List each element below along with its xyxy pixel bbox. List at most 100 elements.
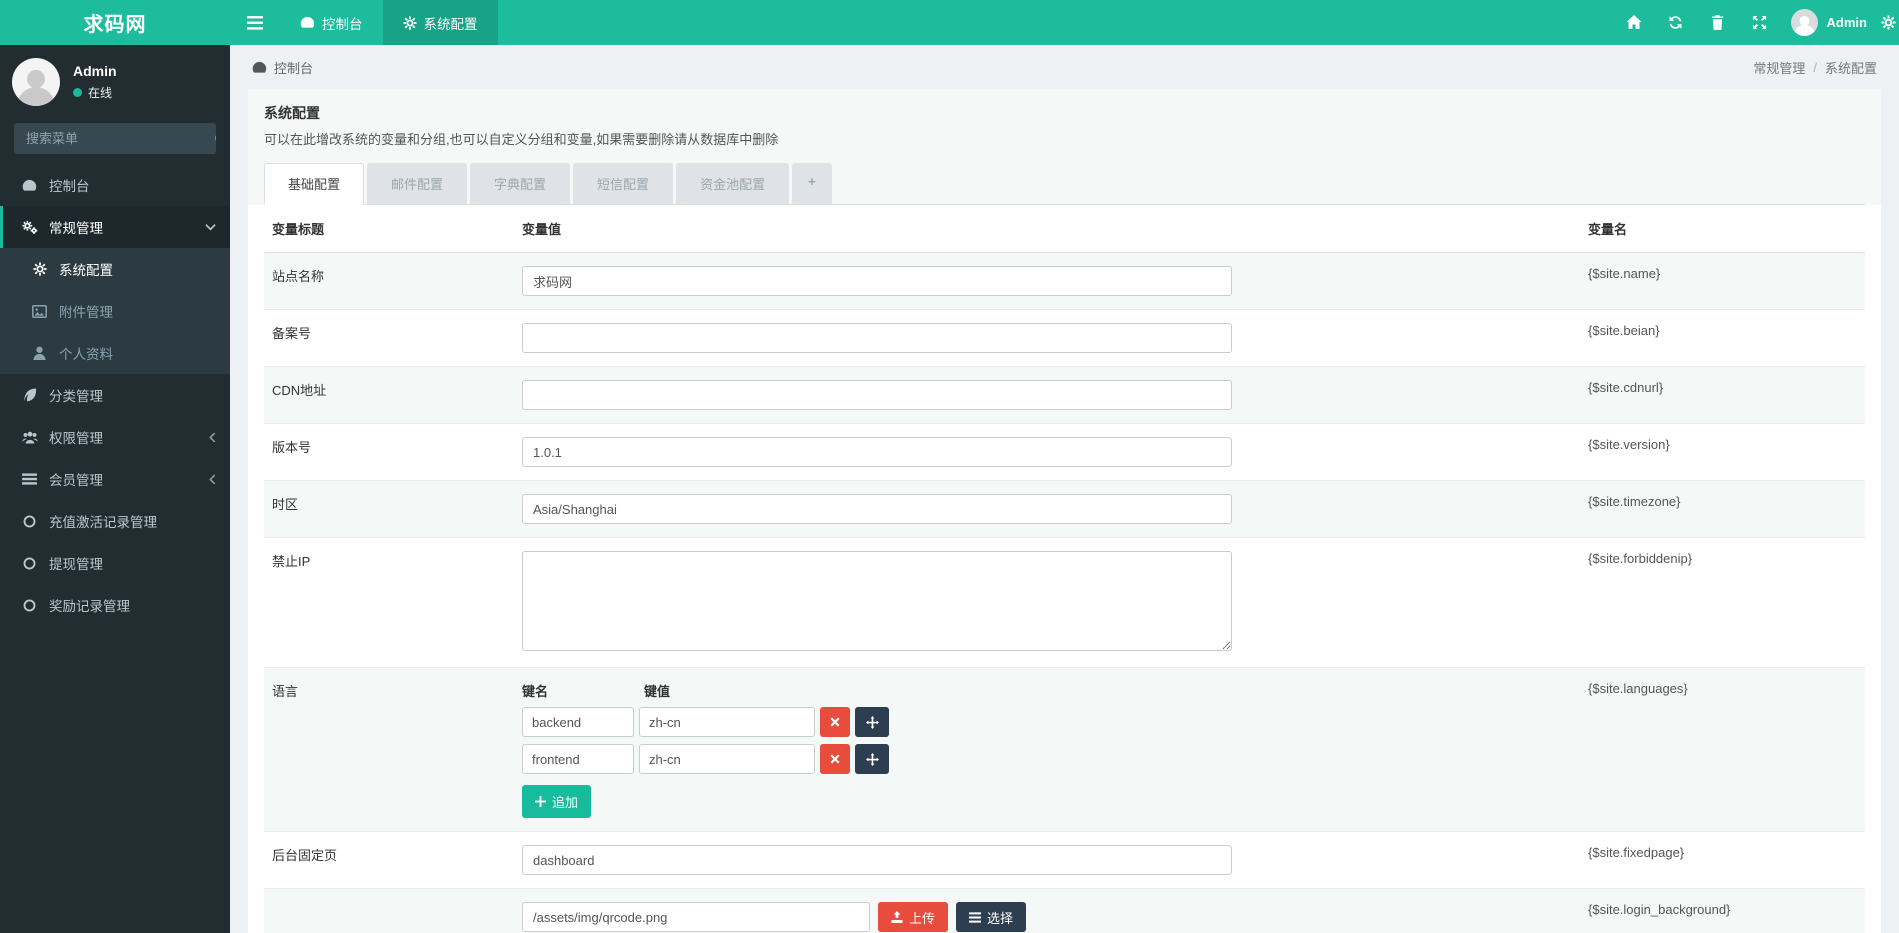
lang-value-input[interactable] [639,744,815,774]
row-label: 后台固定页 [272,848,338,863]
circle-icon [21,557,38,570]
topbar: 求码网 控制台 系统配置 Admin [0,0,1899,45]
sidebar-item-permission-management[interactable]: 权限管理 [0,416,230,458]
lang-value-input[interactable] [639,707,815,737]
sidebar: Admin 在线 控制台 常规管理 [0,45,230,933]
page-description: 可以在此增改系统的变量和分组,也可以自定义分组和变量,如果需要删除请从数据库中删… [264,132,779,147]
breadcrumb-left[interactable]: 控制台 [252,58,313,77]
append-button[interactable]: 追加 [522,785,592,818]
gear-icon [31,262,48,276]
users-icon [21,431,38,444]
tab-sms-config[interactable]: 短信配置 [573,163,674,204]
refresh-button[interactable] [1655,0,1697,45]
list-icon [969,911,982,923]
gear-icon [402,15,417,30]
chevron-down-icon [205,223,216,231]
upload-icon [891,911,903,923]
variable-name: {$site.version} [1588,437,1670,452]
settings-button[interactable] [1881,0,1899,45]
dashboard-icon [300,16,315,29]
choose-button[interactable]: 选择 [956,902,1027,932]
topbar-tab-dashboard[interactable]: 控制台 [280,0,383,45]
row-label: 语言 [272,684,299,699]
search-button[interactable] [214,123,216,154]
sidebar-item-profile[interactable]: 个人资料 [0,332,230,374]
home-button[interactable] [1613,0,1655,45]
home-icon [1626,15,1642,30]
tab-dictionary-config[interactable]: 字典配置 [470,163,571,204]
login-background-input[interactable] [522,902,870,932]
sidebar-item-recharge-records[interactable]: 充值激活记录管理 [0,500,230,542]
fixed-page-input[interactable] [522,845,1232,875]
app-logo: 求码网 [83,14,147,36]
online-dot-icon [73,88,82,97]
sidebar-item-reward-records[interactable]: 奖励记录管理 [0,584,230,626]
leaf-icon [21,388,38,402]
forbidden-ip-textarea[interactable] [522,551,1232,651]
tab-basic-config[interactable]: 基础配置 [264,163,365,205]
chevron-left-icon [209,474,216,485]
table-row: CDN地址 {$site.cdnurl} [264,367,1865,424]
kv-headers: 键名 键值 [522,681,1572,700]
topbar-actions: Admin [1613,0,1899,45]
move-arrows-icon [865,715,879,729]
variable-name: {$site.fixedpage} [1588,845,1685,860]
sidebar-item-dashboard[interactable]: 控制台 [0,164,230,206]
variable-name: {$site.login_background} [1588,902,1731,917]
sidebar-item-category-management[interactable]: 分类管理 [0,374,230,416]
button-label: 上传 [909,910,936,926]
delete-row-button[interactable] [820,744,850,774]
search-icon [214,132,216,146]
kv-value-header: 键值 [644,684,671,699]
add-tab-button[interactable]: + [792,163,832,204]
topbar-tab-system-config[interactable]: 系统配置 [382,0,498,45]
lang-key-input[interactable] [522,744,634,774]
delete-row-button[interactable] [820,707,850,737]
button-label: 追加 [552,795,579,810]
sidebar-toggle-button[interactable] [230,0,280,45]
dashboard-icon [252,61,267,74]
site-name-input[interactable] [522,266,1232,296]
move-row-button[interactable] [855,707,889,737]
sidebar-item-label: 权限管理 [49,431,103,446]
tab-fundpool-config[interactable]: 资金池配置 [676,163,790,204]
table-row: 站点名称 {$site.name} [264,253,1865,310]
kv-key-header: 键名 [522,684,549,699]
table-row-languages: 语言 键名 键值 backend zh-cn frontend zh-cn 追加… [264,668,1865,832]
timezone-input[interactable] [522,494,1232,524]
sidebar-user-panel: Admin 在线 [0,45,230,120]
cdn-url-input[interactable] [522,380,1232,410]
sidebar-item-attachment-management[interactable]: 附件管理 [0,290,230,332]
sidebar-submenu-general: 系统配置 附件管理 个人资料 [0,248,230,374]
sidebar-item-general-management[interactable]: 常规管理 [0,206,230,248]
sidebar-item-withdrawal-management[interactable]: 提现管理 [0,542,230,584]
status-label: 在线 [88,86,113,100]
row-label: 备案号 [272,326,312,341]
refresh-icon [1668,15,1683,30]
version-input[interactable] [522,437,1232,467]
main-content: 控制台 常规管理 / 系统配置 系统配置 可以在此增改系统的变量和分组,也可以自… [230,45,1899,933]
panel-heading: 系统配置 可以在此增改系统的变量和分组,也可以自定义分组和变量,如果需要删除请从… [248,89,1881,205]
variable-name: {$site.cdnurl} [1588,380,1664,395]
breadcrumb-item[interactable]: 常规管理 [1753,58,1805,77]
sidebar-item-label: 个人资料 [59,347,113,362]
topbar-user-menu[interactable]: Admin [1781,9,1881,36]
fullscreen-button[interactable] [1739,0,1781,45]
topbar-username: Admin [1826,15,1867,30]
cogs-icon [21,220,38,235]
upload-button[interactable]: 上传 [878,902,949,932]
tab-mail-config[interactable]: 邮件配置 [367,163,468,204]
trash-button[interactable] [1697,0,1739,45]
expand-arrows-icon [1752,15,1767,30]
sidebar-item-system-config[interactable]: 系统配置 [0,248,230,290]
button-label: 选择 [987,910,1014,926]
avatar [1790,9,1818,36]
sidebar-item-label: 奖励记录管理 [49,599,130,614]
beian-input[interactable] [522,323,1232,353]
move-arrows-icon [865,752,879,766]
sidebar-item-member-management[interactable]: 会员管理 [0,458,230,500]
breadcrumb-separator: / [1813,59,1817,75]
lang-key-input[interactable] [522,707,634,737]
move-row-button[interactable] [855,744,889,774]
search-input[interactable] [14,123,214,154]
